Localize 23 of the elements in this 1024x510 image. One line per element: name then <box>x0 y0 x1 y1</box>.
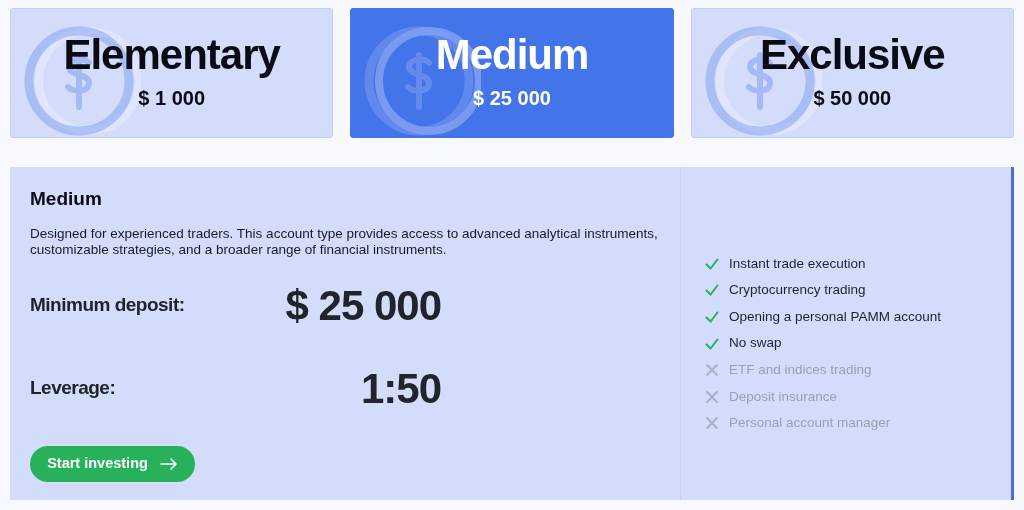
feature-label: Cryptocurrency trading <box>729 281 866 300</box>
plan-name: Exclusive <box>759 32 945 78</box>
plan-price: $ 50 000 <box>813 86 892 112</box>
feature-label: No swap <box>729 334 782 353</box>
plan-name: Elementary <box>63 32 280 78</box>
plan-tab[interactable]: Medium $ 25 000 <box>350 8 674 138</box>
plan-title: Medium <box>30 187 103 211</box>
deposit-value: $ 25 000 <box>284 280 441 331</box>
feature-label: Personal account manager <box>729 414 891 433</box>
plan-tab[interactable]: Elementary $ 1 000 <box>10 8 334 138</box>
plan-tab[interactable]: Exclusive $ 50 000 <box>690 8 1014 138</box>
feature-label: Opening a personal PAMM account <box>729 307 942 326</box>
deposit-label: Minimum deposit: <box>30 293 186 318</box>
arrow-icon <box>159 457 178 470</box>
leverage-label: Leverage: <box>30 376 117 401</box>
plan-price: $ 25 000 <box>473 86 551 112</box>
plan-name: Medium <box>435 32 589 78</box>
leverage-value: 1:50 <box>359 363 441 414</box>
plan-description: Designed for experienced traders. This account type provides access to advanced analytical instruments, customizable strategies, and a broader range of financial instruments. <box>30 225 659 258</box>
feature-label: Instant trade execution <box>729 254 866 273</box>
feature-label: ETF and indices trading <box>729 360 872 379</box>
plan-price: $ 1 000 <box>138 86 206 112</box>
feature-label: Deposit insurance <box>729 387 838 406</box>
